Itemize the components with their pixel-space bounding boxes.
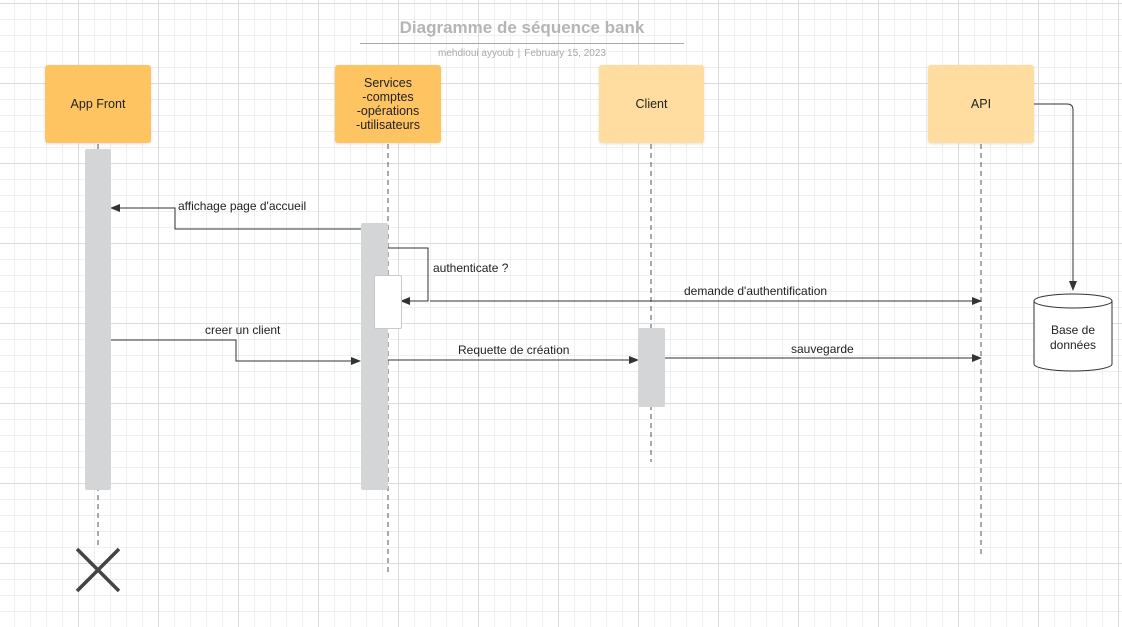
message-label-creer: creer un client xyxy=(205,323,281,337)
close-icon xyxy=(75,547,121,593)
participant-api[interactable]: API xyxy=(928,65,1034,143)
title-divider xyxy=(360,43,684,44)
message-label-authenticate: authenticate ? xyxy=(433,261,509,275)
participant-label: App Front xyxy=(70,97,126,111)
activation-app-front xyxy=(85,149,111,490)
participant-label: Services -comptes -opérations -utilisate… xyxy=(356,76,420,132)
activation-client xyxy=(638,328,665,407)
author-name: mehdioui ayyoub xyxy=(438,48,514,59)
subtitle-separator: | xyxy=(517,48,521,59)
database-cylinder-top xyxy=(1033,293,1113,309)
document-date: February 15, 2023 xyxy=(524,48,606,59)
diagram-subtitle: mehdioui ayyoub | February 15, 2023 xyxy=(360,48,684,59)
activation-services-nested xyxy=(374,275,402,329)
participant-services[interactable]: Services -comptes -opérations -utilisate… xyxy=(335,65,441,143)
participant-client[interactable]: Client xyxy=(599,65,704,143)
message-label-requette: Requette de création xyxy=(458,343,570,357)
database-label: Base de données xyxy=(1049,323,1097,352)
arrow-creer xyxy=(111,339,361,365)
diagram-title: Diagramme de séquence bank xyxy=(399,18,645,37)
api-to-database-connector xyxy=(1034,103,1077,291)
diagram-header: Diagramme de séquence bank mehdioui ayyo… xyxy=(360,18,684,59)
message-label-sauvegarde: sauvegarde xyxy=(791,342,854,356)
participant-label: Client xyxy=(635,97,668,111)
message-label-demande: demande d'authentification xyxy=(684,284,828,298)
participant-app-front[interactable]: App Front xyxy=(45,65,151,143)
message-label-affichage: affichage page d'accueil xyxy=(178,199,307,213)
activation-services xyxy=(361,223,388,490)
participant-label: API xyxy=(970,97,992,111)
